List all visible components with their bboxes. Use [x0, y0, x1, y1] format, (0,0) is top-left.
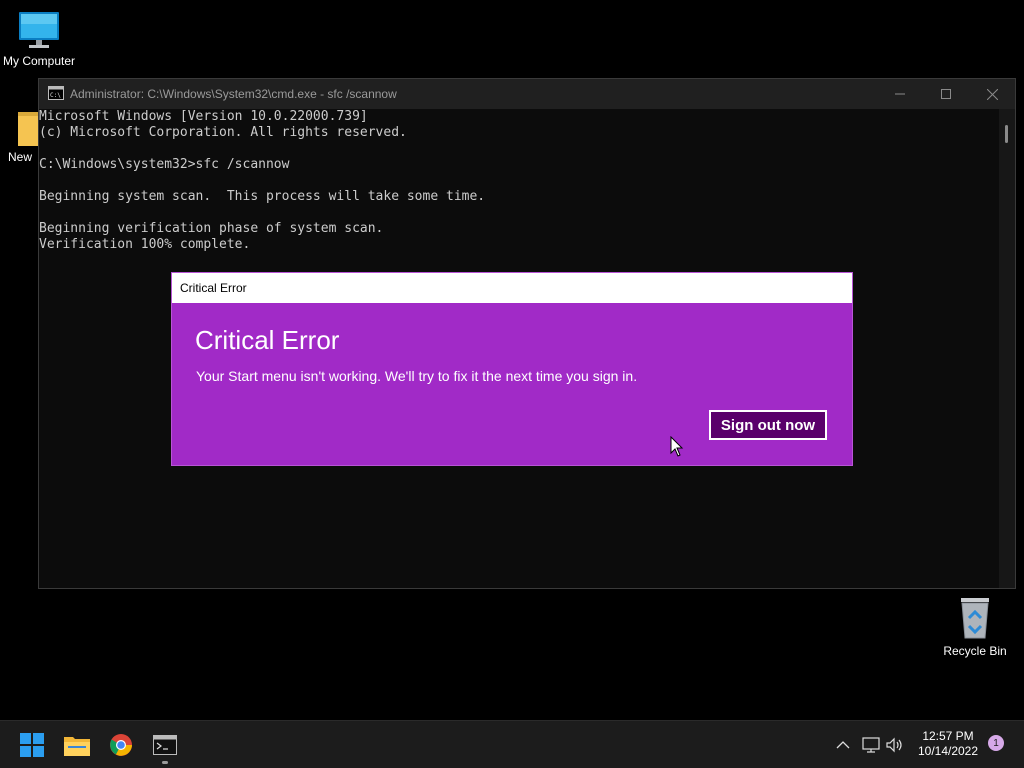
volume-button[interactable] [884, 721, 906, 768]
network-icon [862, 736, 880, 753]
show-hidden-icons-button[interactable] [832, 721, 854, 768]
terminal-taskbar-button[interactable] [143, 721, 187, 768]
file-explorer-taskbar-button[interactable] [55, 721, 99, 768]
start-button[interactable] [10, 721, 54, 768]
speaker-icon [886, 737, 902, 752]
console-line: Beginning system scan. This process will… [39, 189, 486, 204]
notification-badge[interactable]: 1 [988, 735, 1004, 751]
chrome-icon [110, 733, 132, 756]
sign-out-now-button[interactable]: Sign out now [709, 410, 827, 440]
minimize-button[interactable] [877, 79, 923, 109]
folder-icon [18, 112, 38, 146]
file-explorer-icon [64, 736, 90, 756]
maximize-button[interactable] [923, 79, 969, 109]
critical-error-dialog: Critical Error Critical Error Your Start… [171, 272, 853, 466]
console-line [39, 205, 999, 221]
monitor-icon [19, 12, 59, 48]
chrome-taskbar-button[interactable] [99, 721, 143, 768]
console-line: C:\Windows\system32>sfc /scannow [39, 157, 290, 172]
close-icon [986, 88, 998, 100]
running-indicator [162, 761, 168, 764]
clock-date: 10/14/2022 [917, 744, 979, 758]
scrollbar-thumb[interactable] [1005, 125, 1008, 143]
recycle-bin-label: Recycle Bin [943, 644, 1007, 658]
dialog-message: Your Start menu isn't working. We'll try… [196, 368, 638, 384]
dialog-heading: Critical Error [195, 325, 340, 355]
new-folder-label: New [8, 150, 33, 164]
clock-time: 12:57 PM [922, 729, 974, 743]
start-icon [20, 732, 44, 757]
recycle-bin-shortcut[interactable]: Recycle Bin [940, 596, 1010, 658]
mouse-pointer-icon [670, 436, 684, 457]
taskbar: 12:57 PM 10/14/2022 [0, 720, 1024, 768]
close-button[interactable] [969, 79, 1015, 109]
taskbar-clock[interactable]: 12:57 PM 10/14/2022 [914, 729, 982, 759]
console-line: (c) Microsoft Corporation. All rights re… [39, 125, 407, 140]
cmd-titlebar[interactable]: C:\ Administrator: C:\Windows\System32\c… [39, 79, 1015, 109]
console-line [39, 173, 999, 189]
console-line: Verification 100% complete. [39, 237, 251, 252]
my-computer-label: My Computer [2, 54, 76, 68]
dialog-window-title: Critical Error [180, 281, 247, 295]
svg-text:C:\: C:\ [50, 92, 61, 99]
maximize-icon [941, 89, 951, 99]
my-computer-shortcut[interactable]: My Computer [0, 10, 78, 68]
console-line: Microsoft Windows [Version 10.0.22000.73… [39, 109, 368, 124]
cmd-app-icon: C:\ [48, 85, 64, 103]
minimize-icon [895, 93, 905, 95]
recycle-bin-icon [961, 598, 989, 639]
cmd-window-title: Administrator: C:\Windows\System32\cmd.e… [70, 87, 397, 101]
dialog-titlebar[interactable]: Critical Error [172, 273, 852, 303]
desktop: My Computer New C:\ Administrator: C:\Wi… [0, 0, 1024, 768]
network-button[interactable] [860, 721, 882, 768]
console-scrollbar[interactable] [999, 109, 1015, 588]
chevron-up-icon [836, 740, 850, 748]
console-line [39, 141, 999, 157]
console-line: Beginning verification phase of system s… [39, 221, 384, 236]
terminal-icon [153, 734, 177, 755]
